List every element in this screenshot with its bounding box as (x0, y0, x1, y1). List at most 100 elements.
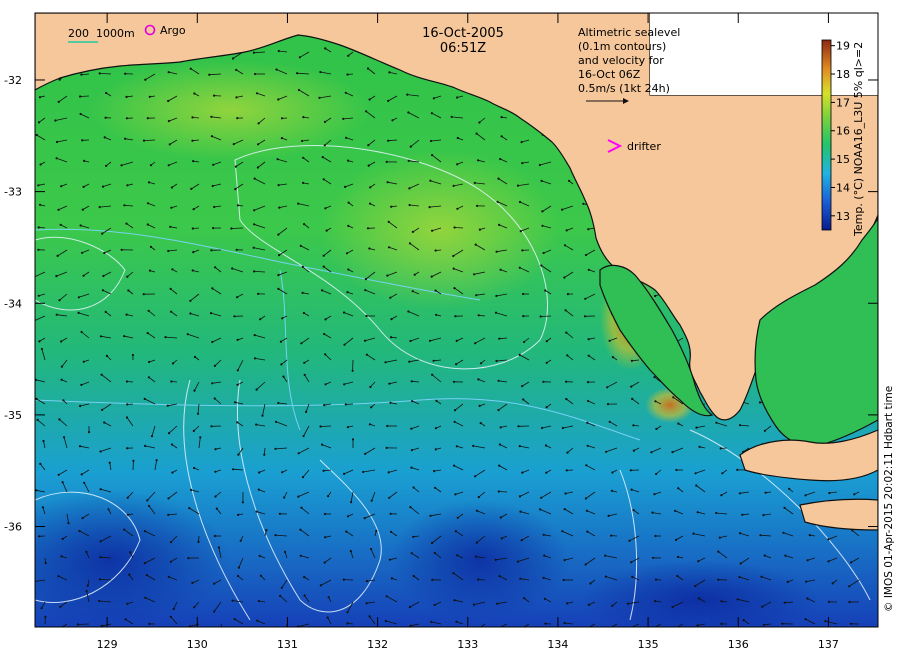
vector-head (107, 508, 110, 511)
vector-head (388, 71, 391, 74)
vector-head (297, 202, 300, 205)
vector-head (172, 607, 175, 611)
vector-head (299, 244, 302, 247)
vector-head (390, 530, 393, 534)
vector-head (452, 184, 455, 187)
vector-head (170, 380, 173, 383)
vector-head (60, 340, 63, 343)
vector-head (539, 315, 542, 318)
vector-head (455, 363, 458, 366)
vector-head (473, 273, 476, 276)
vector-head (58, 418, 61, 421)
vector-head (344, 403, 347, 406)
vector-head (543, 554, 546, 557)
vector-head (321, 443, 324, 446)
vector-head (213, 582, 216, 585)
vector-head (143, 530, 146, 533)
vector-head (390, 336, 393, 339)
vector-head (143, 562, 146, 565)
vector-head (453, 599, 456, 602)
vector-head (695, 426, 698, 429)
vector-head (126, 184, 129, 187)
colorbar (821, 39, 832, 231)
vector-head (428, 339, 432, 342)
vector-head (39, 163, 42, 166)
vector-head (167, 497, 170, 500)
vector-head (104, 116, 107, 119)
vector-head (720, 600, 723, 603)
vector-head (453, 287, 456, 290)
vector-head (431, 229, 434, 232)
vector-head (146, 332, 149, 335)
vector-head (804, 494, 807, 497)
vector-head (717, 578, 720, 581)
vector-head (148, 504, 151, 508)
vector-head (786, 580, 789, 584)
vector-head (367, 144, 370, 147)
vector-head (258, 554, 261, 558)
vector-head (409, 145, 412, 148)
vector-head (147, 376, 150, 379)
vector-head (429, 514, 432, 517)
vector-head (495, 294, 498, 298)
altimetry-line: (0.1m contours) (578, 40, 666, 53)
vector-head (523, 340, 526, 344)
vector-head (632, 449, 636, 452)
vector-head (255, 92, 259, 95)
vector-head (611, 356, 615, 359)
vector-head (375, 529, 378, 533)
vector-head (456, 207, 459, 210)
vector-head (349, 550, 352, 553)
altimetry-line: and velocity for (578, 54, 664, 67)
vector-head (477, 314, 480, 317)
vector-head (211, 382, 214, 385)
vector-head (323, 536, 327, 539)
vector-head (495, 250, 498, 253)
vector-head (390, 205, 393, 208)
vector-head (389, 512, 392, 515)
vector-head (478, 228, 481, 231)
vector-head (44, 615, 47, 619)
vector-head (720, 494, 723, 497)
vector-head (193, 606, 196, 609)
vector-head (366, 67, 370, 70)
vector-head (62, 436, 66, 439)
vector-head (62, 399, 65, 402)
cold-eddy (390, 500, 570, 620)
vector-head (343, 383, 346, 386)
vector-head (276, 158, 279, 161)
vector-head (650, 451, 653, 454)
vector-head (277, 401, 280, 405)
vector-head (434, 486, 437, 489)
vector-head (101, 289, 104, 292)
vector-head (430, 620, 433, 624)
vector-head (351, 438, 355, 441)
vector-head (760, 575, 763, 578)
vector-head (519, 577, 522, 580)
vector-head (44, 562, 47, 565)
vector-head (57, 575, 60, 578)
vector-head (497, 177, 500, 180)
vector-head (321, 156, 324, 159)
vector-head (99, 450, 102, 453)
vector-head (39, 462, 42, 465)
vector-head (387, 220, 390, 223)
vector-head (370, 547, 373, 551)
vector-head (831, 582, 834, 585)
vector-head (197, 540, 200, 544)
vector-head (105, 354, 108, 357)
vector-head (365, 110, 368, 113)
vector-head (410, 380, 413, 383)
vector-head (544, 444, 548, 447)
vector-head (57, 473, 60, 476)
vector-head (720, 622, 723, 626)
vector-head (147, 309, 150, 312)
vector-head (212, 227, 215, 230)
lat-tick-label: -32 (4, 74, 22, 87)
vector-head (456, 516, 459, 519)
vector-head (587, 354, 590, 357)
vector-head (477, 159, 480, 162)
vector-head (385, 595, 388, 598)
vector-head (606, 403, 610, 406)
vector-head (516, 184, 520, 187)
